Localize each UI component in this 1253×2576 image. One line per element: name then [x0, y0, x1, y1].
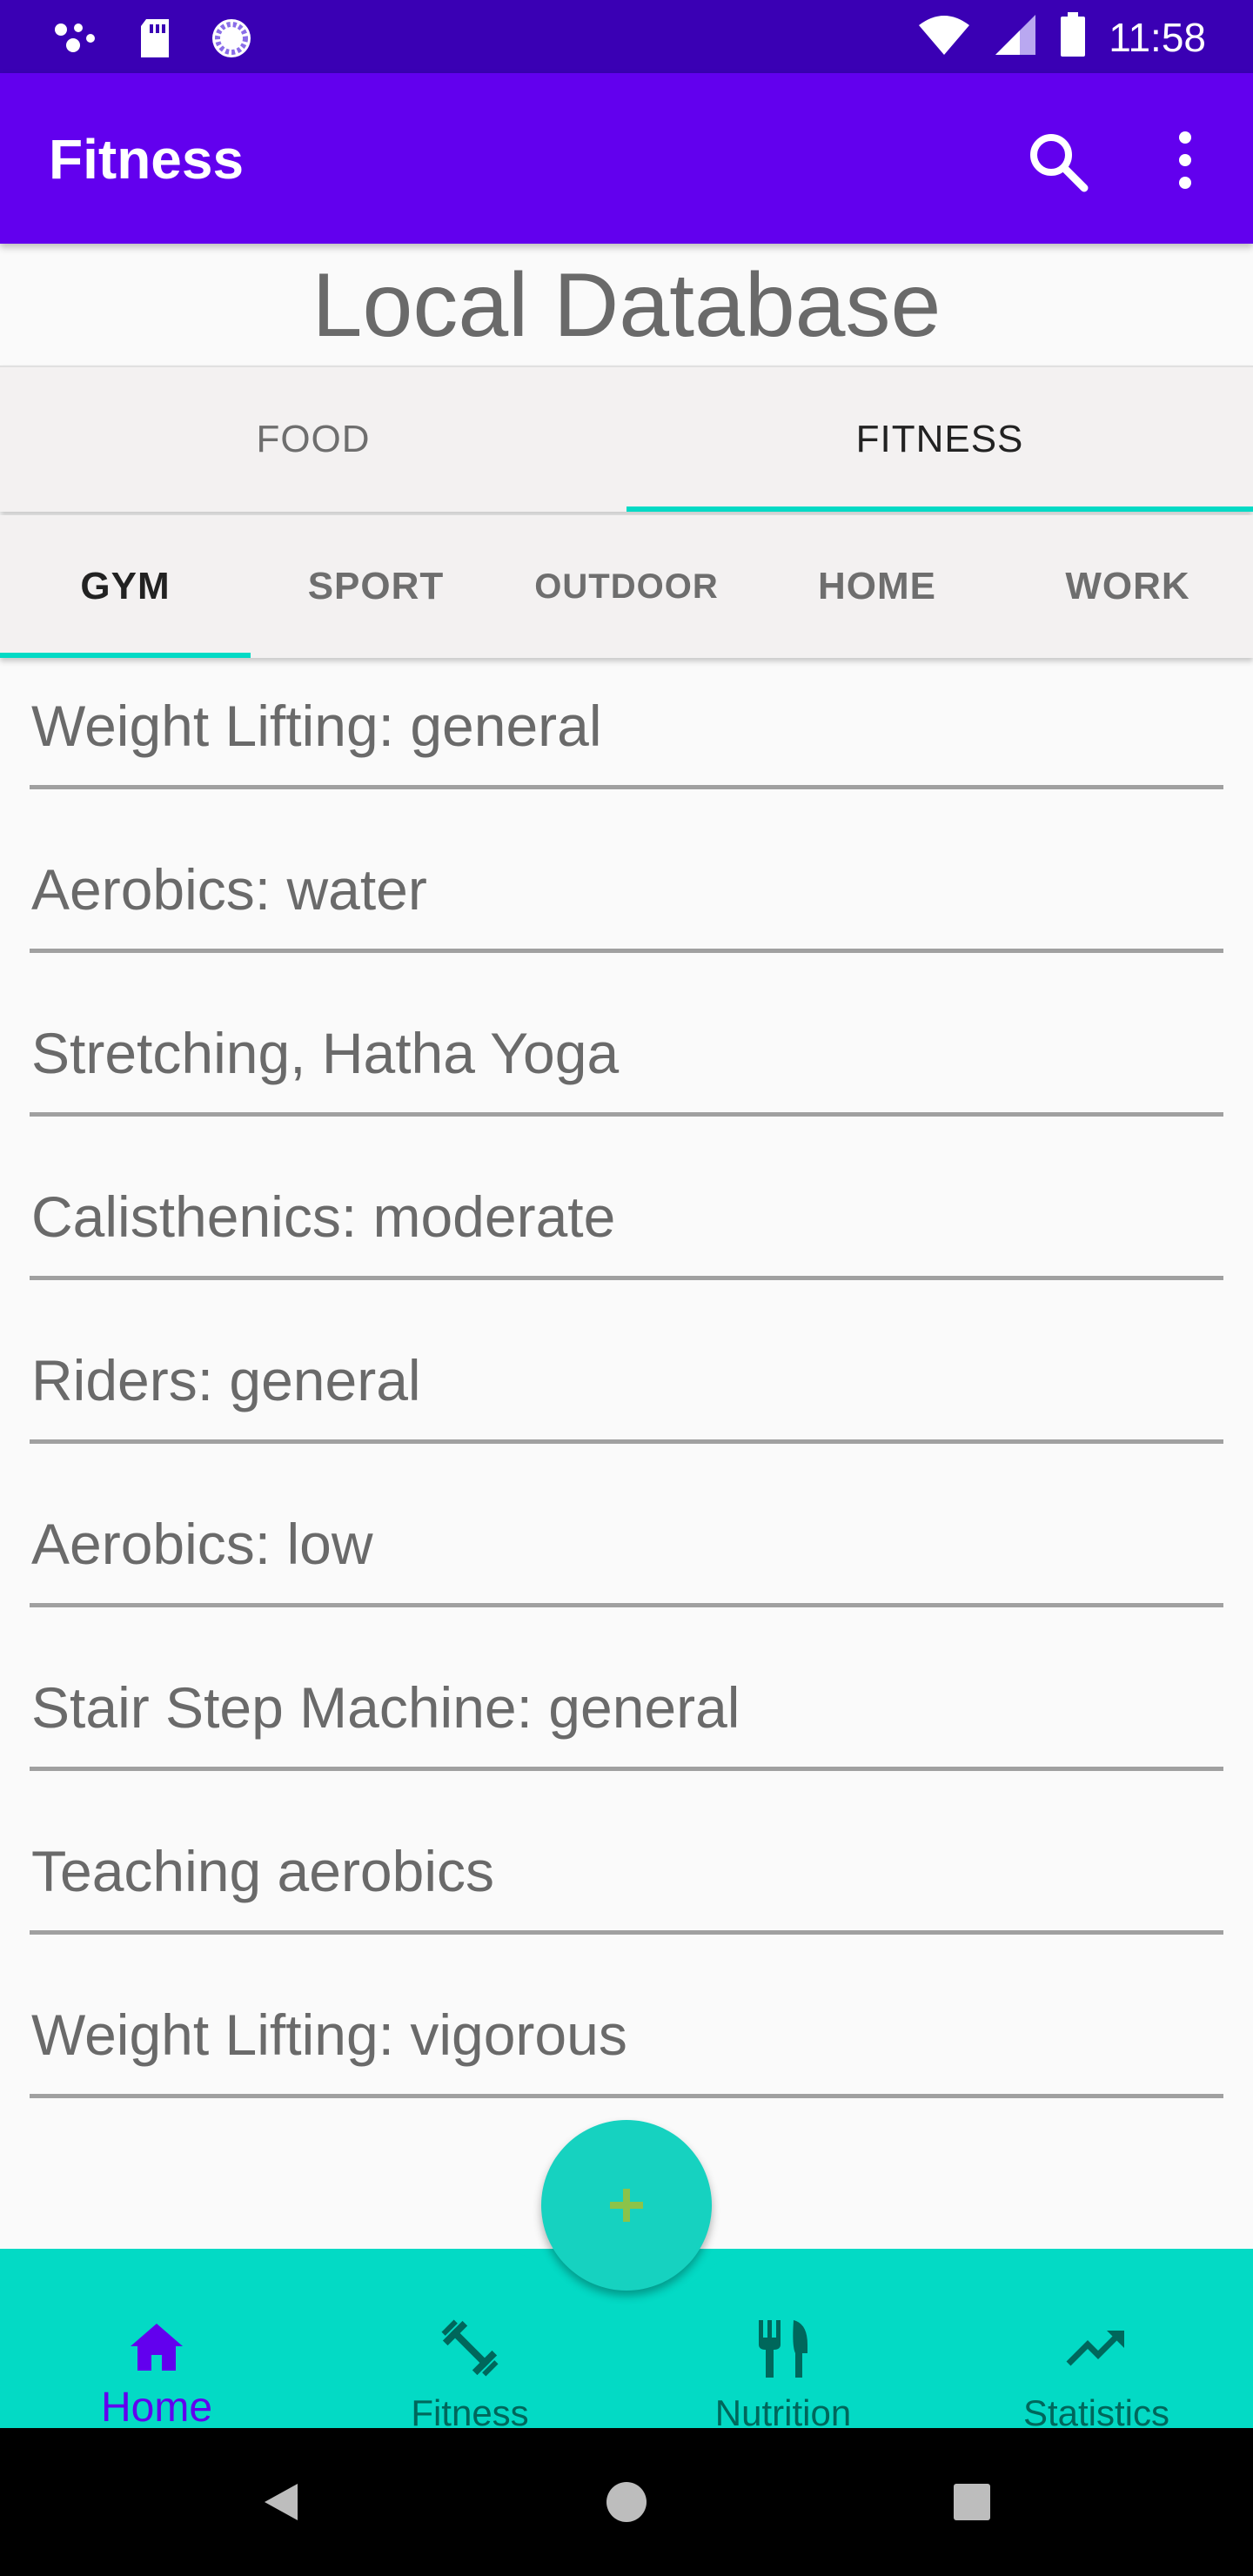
- restaurant-icon: [759, 2320, 807, 2378]
- plus-icon: [610, 2189, 643, 2222]
- more-vert-icon: [1179, 131, 1191, 189]
- sub-tabs: GYM SPORT OUTDOOR HOME WORK: [0, 515, 1253, 658]
- list-item[interactable]: Stair Step Machine: general: [0, 1652, 1253, 1815]
- list-item[interactable]: Stretching, Hatha Yoga: [0, 997, 1253, 1161]
- battery-icon: [1060, 12, 1086, 62]
- main-tabs: FOOD FITNESS: [0, 366, 1253, 512]
- wifi-icon: [917, 13, 971, 61]
- divider: [30, 1276, 1223, 1280]
- list-item-label: Calisthenics: moderate: [31, 1184, 616, 1249]
- home-circle-icon[interactable]: [596, 2472, 657, 2532]
- list-item[interactable]: Calisthenics: moderate: [0, 1161, 1253, 1325]
- divider: [30, 2094, 1223, 2098]
- list-item-label: Aerobics: water: [31, 857, 427, 922]
- list-item-label: Riders: general: [31, 1348, 421, 1412]
- back-icon[interactable]: [252, 2472, 313, 2532]
- divider: [30, 1930, 1223, 1935]
- list-item[interactable]: Aerobics: low: [0, 1488, 1253, 1652]
- nav-label: Home: [100, 2385, 213, 2431]
- list-item[interactable]: Riders: general: [0, 1325, 1253, 1488]
- more-options-button[interactable]: [1154, 125, 1216, 195]
- recents-icon[interactable]: [941, 2472, 1002, 2532]
- divider: [30, 1439, 1223, 1444]
- system-navigation-bar: [0, 2428, 1253, 2576]
- tab-fitness[interactable]: FITNESS: [626, 367, 1253, 512]
- status-bar: 11:58: [0, 0, 1253, 73]
- signal-icon: [994, 13, 1037, 61]
- divider: [30, 1767, 1223, 1771]
- list-item[interactable]: Weight Lifting: vigorous: [0, 1979, 1253, 2143]
- list-item-label: Stretching, Hatha Yoga: [31, 1021, 620, 1085]
- list-item[interactable]: Weight Lifting: general: [0, 670, 1253, 834]
- nav-home[interactable]: Home: [0, 2249, 313, 2431]
- subtab-outdoor[interactable]: OUTDOOR: [501, 515, 752, 658]
- subtab-sport[interactable]: SPORT: [251, 515, 501, 658]
- subtab-work[interactable]: WORK: [1002, 515, 1253, 658]
- add-button[interactable]: [541, 2120, 712, 2291]
- activity-list: Weight Lifting: general Aerobics: water …: [0, 670, 1253, 2143]
- list-item[interactable]: Aerobics: water: [0, 834, 1253, 997]
- app-title: Fitness: [49, 128, 245, 191]
- trending-up-icon: [1066, 2331, 1124, 2366]
- home-icon: [131, 2324, 183, 2371]
- search-button[interactable]: [1023, 127, 1093, 197]
- nav-statistics[interactable]: Statistics: [940, 2249, 1253, 2433]
- list-item-label: Weight Lifting: general: [31, 694, 602, 758]
- subtab-home[interactable]: HOME: [752, 515, 1002, 658]
- divider: [30, 1112, 1223, 1117]
- divider: [30, 1603, 1223, 1607]
- tab-food[interactable]: FOOD: [0, 367, 626, 512]
- list-item-label: Aerobics: low: [31, 1512, 373, 1576]
- divider: [30, 949, 1223, 953]
- list-item-label: Teaching aerobics: [31, 1839, 494, 1903]
- search-icon: [1030, 134, 1089, 192]
- notification-dots-icon: [52, 19, 101, 62]
- status-time: 11:58: [1109, 14, 1206, 60]
- dumbbell-icon: [441, 2319, 499, 2377]
- page-title: Local Database: [312, 255, 941, 356]
- list-item[interactable]: Teaching aerobics: [0, 1815, 1253, 1979]
- sync-circle-icon: [209, 16, 254, 65]
- subtab-gym[interactable]: GYM: [0, 515, 251, 658]
- divider: [30, 785, 1223, 789]
- sd-card-icon: [137, 17, 172, 64]
- list-item-label: Stair Step Machine: general: [31, 1675, 740, 1740]
- list-item-label: Weight Lifting: vigorous: [31, 2002, 627, 2067]
- app-bar: Fitness: [0, 73, 1253, 244]
